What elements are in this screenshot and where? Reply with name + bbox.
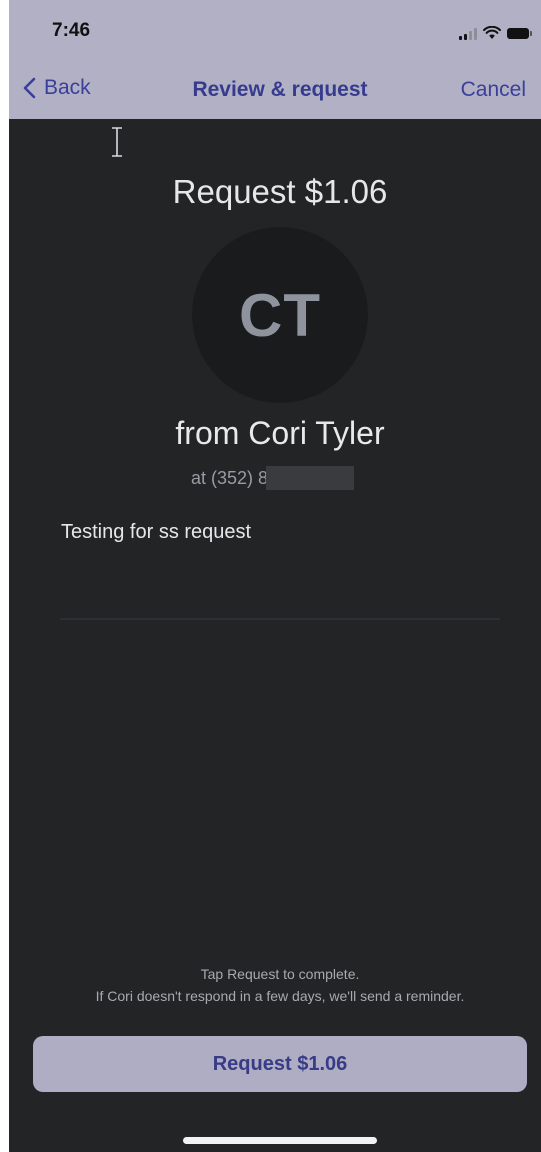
note-divider bbox=[60, 618, 500, 620]
wifi-icon bbox=[483, 26, 501, 39]
recipient-name: from Cori Tyler bbox=[175, 415, 385, 451]
request-note[interactable]: Testing for ss request bbox=[61, 521, 251, 544]
phone-redaction bbox=[266, 466, 355, 490]
request-button-label: Request $1.06 bbox=[212, 1052, 348, 1075]
request-button[interactable]: Request $1.06 bbox=[33, 1036, 527, 1092]
footer-instruction: Tap Request to complete. bbox=[200, 966, 360, 982]
navigation-header: 7:46 Back Review & request Cancel bbox=[9, 0, 541, 119]
request-amount-title: Request $1.06 bbox=[172, 173, 388, 210]
cancel-button[interactable]: Cancel bbox=[461, 78, 526, 102]
status-time: 7:46 bbox=[52, 20, 91, 41]
recipient-phone-text: at (352) 8 bbox=[191, 467, 269, 488]
footer-reminder: If Cori doesn't respond in a few days, w… bbox=[95, 988, 465, 1004]
avatar: CT bbox=[192, 227, 368, 403]
app-screen: 7:46 Back Review & request Cancel Reques… bbox=[9, 0, 541, 1152]
status-icons bbox=[459, 24, 532, 40]
text-cursor-icon bbox=[112, 127, 122, 157]
cellular-signal-icon bbox=[459, 28, 477, 40]
battery-icon bbox=[507, 28, 532, 39]
home-indicator[interactable] bbox=[183, 1137, 377, 1144]
recipient-phone: at (352) 8 bbox=[191, 466, 355, 490]
avatar-initials: CT bbox=[239, 281, 321, 349]
